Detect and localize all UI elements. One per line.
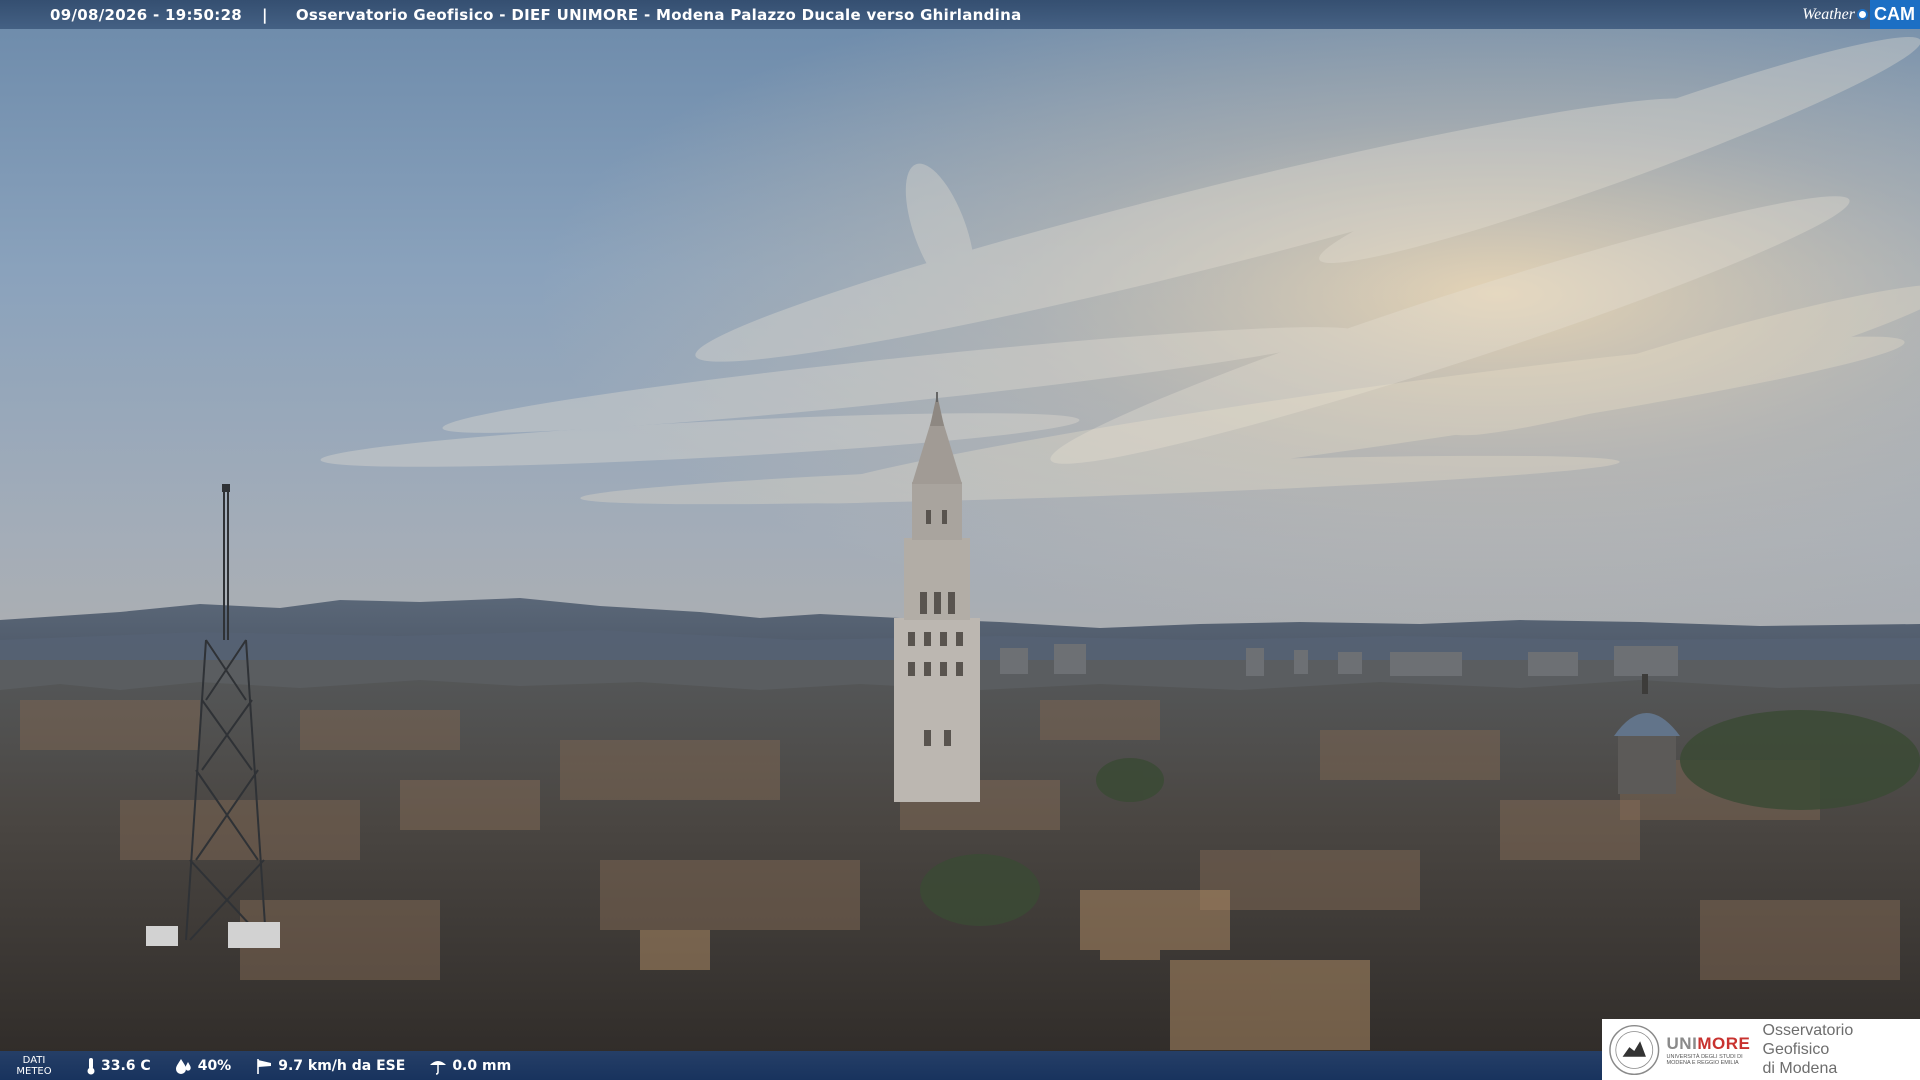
- weathercam-logo-cam: CAM: [1870, 0, 1920, 29]
- meteo-label-line2: METEO: [16, 1065, 52, 1077]
- observatory-logo: UNIMORE UNIVERSITÀ DEGLI STUDI DI MODENA…: [1602, 1019, 1920, 1080]
- wind-reading: 9.7 km/h da ESE: [255, 1057, 405, 1075]
- humidity-value: 40%: [197, 1057, 232, 1074]
- header-bar: 09/08/2026 - 19:50:28 | Osservatorio Geo…: [0, 0, 1920, 29]
- rain-gauge-icon: [430, 1060, 447, 1075]
- meteo-label-line1: DATI: [22, 1054, 46, 1066]
- weathercam-logo-weather: Weather: [1802, 5, 1855, 23]
- wind-sock-icon: [257, 1058, 272, 1074]
- header-separator: |: [262, 5, 268, 24]
- temperature-value: 33.6 C: [101, 1057, 151, 1074]
- observatory-name-line1: Osservatorio Geofisico: [1762, 1022, 1854, 1058]
- meteo-label: DATI METEO: [6, 1055, 62, 1077]
- rain-value: 0.0 mm: [452, 1057, 512, 1074]
- observatory-name: Osservatorio Geofisico di Modena: [1763, 1021, 1920, 1078]
- university-seal-icon: [1609, 1024, 1660, 1075]
- camera-title: Osservatorio Geofisico - DIEF UNIMORE - …: [295, 5, 1022, 24]
- rain-reading: 0.0 mm: [429, 1057, 511, 1075]
- weathercam-dot-icon: [1857, 9, 1868, 20]
- unimore-name: UNIMORE: [1666, 1033, 1751, 1053]
- webcam-image: [0, 0, 1920, 1080]
- datetime-stamp: 09/08/2026 - 19:50:28: [50, 5, 243, 24]
- humidity-reading: 40%: [175, 1057, 232, 1075]
- weathercam-logo: Weather CAM: [1802, 0, 1920, 29]
- observatory-name-line2: di Modena: [1762, 1060, 1838, 1077]
- wind-value: 9.7 km/h da ESE: [278, 1057, 406, 1074]
- humidity-drops-icon: [175, 1058, 191, 1074]
- temperature-reading: 33.6 C: [86, 1057, 151, 1075]
- unimore-subtitle: UNIVERSITÀ DEGLI STUDI DI MODENA E REGGI…: [1666, 1053, 1743, 1066]
- unimore-wordmark: UNIMORE UNIVERSITÀ DEGLI STUDI DI MODENA…: [1667, 1034, 1751, 1066]
- thermometer-icon: [87, 1057, 95, 1074]
